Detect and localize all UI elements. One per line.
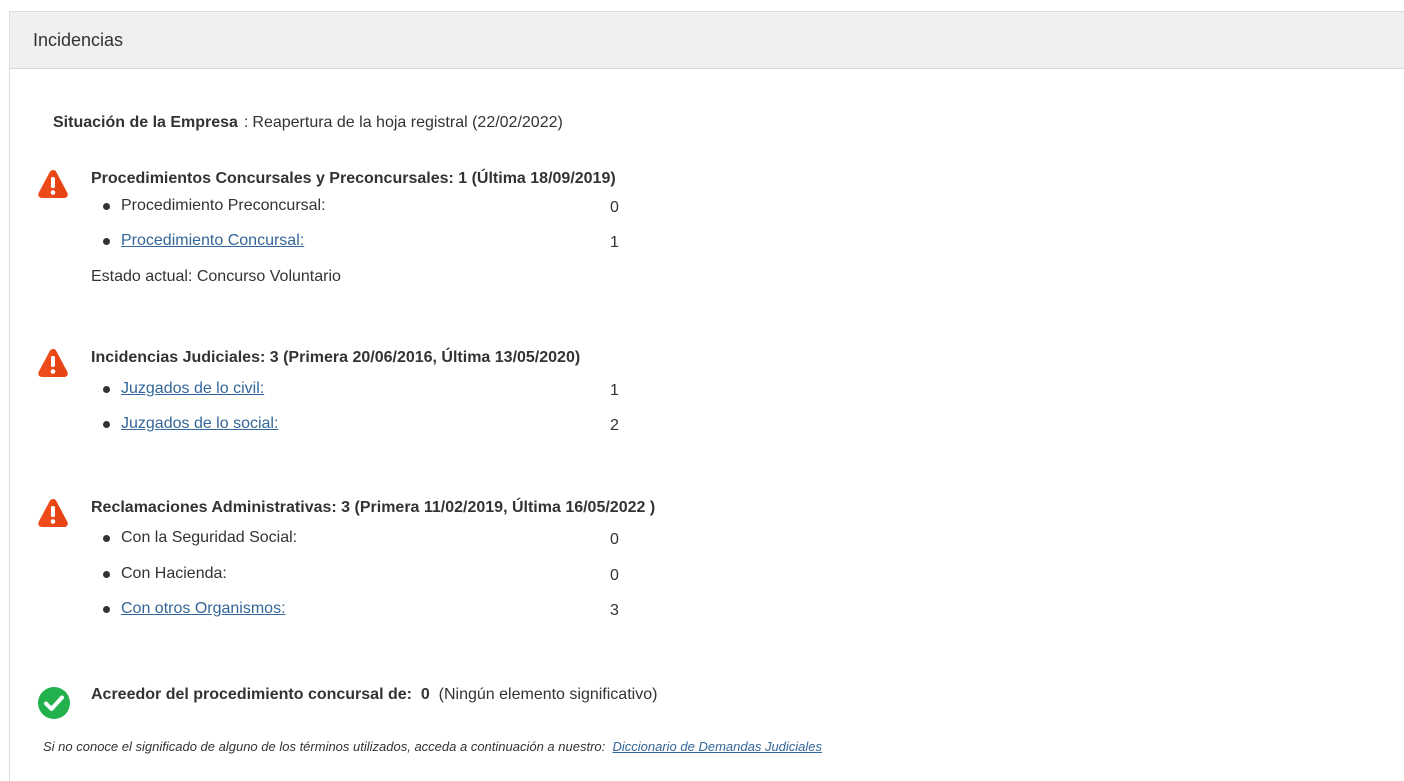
warning-triangle-icon: [38, 170, 68, 198]
administrativas-title: Reclamaciones Administrativas: 3 (Primer…: [91, 499, 656, 516]
juzgados-social-value: 2: [610, 417, 619, 434]
procedimiento-concursal-link[interactable]: Procedimiento Concursal:: [121, 232, 304, 250]
juzgados-civil-value: 1: [610, 382, 619, 399]
warning-triangle-icon: [38, 349, 68, 377]
diccionario-link[interactable]: Diccionario de Demandas Judiciales: [612, 739, 822, 754]
bullet-dot: [103, 606, 110, 613]
bullet-dot: [103, 535, 110, 542]
seguridad-social-value: 0: [610, 531, 619, 548]
situacion-label: Situación de la Empresa: [53, 114, 238, 131]
acreedor-note: (Ningún elemento significativo): [438, 686, 658, 703]
check-circle-icon: [38, 687, 70, 719]
hacienda-label: Con Hacienda:: [121, 565, 227, 582]
warning-triangle-icon: [38, 499, 68, 527]
footer-text: Si no conoce el significado de alguno de…: [43, 739, 606, 754]
procedimiento-preconcursal-label: Procedimiento Preconcursal:: [121, 197, 326, 214]
juzgados-civil-link[interactable]: Juzgados de lo civil:: [121, 380, 264, 398]
footer-note: Si no conoce el significado de alguno de…: [43, 739, 822, 754]
juzgados-social-link[interactable]: Juzgados de lo social:: [121, 415, 278, 433]
procedimiento-preconcursal-value: 0: [610, 199, 619, 216]
judiciales-title: Incidencias Judiciales: 3 (Primera 20/06…: [91, 349, 581, 366]
panel-title: Incidencias: [10, 12, 1404, 69]
seguridad-social-label: Con la Seguridad Social:: [121, 529, 298, 546]
acreedor-row: Acreedor del procedimiento concursal de:…: [91, 686, 657, 704]
estado-actual: Estado actual: Concurso Voluntario: [91, 268, 341, 285]
situacion-separator: :: [243, 114, 249, 131]
hacienda-value: 0: [610, 567, 619, 584]
concursales-title: Procedimientos Concursales y Preconcursa…: [91, 170, 616, 187]
bullet-dot: [103, 571, 110, 578]
otros-organismos-value: 3: [610, 602, 619, 619]
bullet-dot: [103, 421, 110, 428]
procedimiento-concursal-value: 1: [610, 234, 619, 251]
situacion-value: Reapertura de la hoja registral (22/02/2…: [252, 114, 563, 131]
situacion-row: Situación de la Empresa: Reapertura de la…: [53, 114, 563, 132]
acreedor-label: Acreedor del procedimiento concursal de:: [91, 686, 412, 703]
bullet-dot: [103, 238, 110, 245]
bullet-dot: [103, 386, 110, 393]
bullet-dot: [103, 203, 110, 210]
acreedor-count: 0: [420, 686, 430, 703]
otros-organismos-link[interactable]: Con otros Organismos:: [121, 600, 286, 618]
